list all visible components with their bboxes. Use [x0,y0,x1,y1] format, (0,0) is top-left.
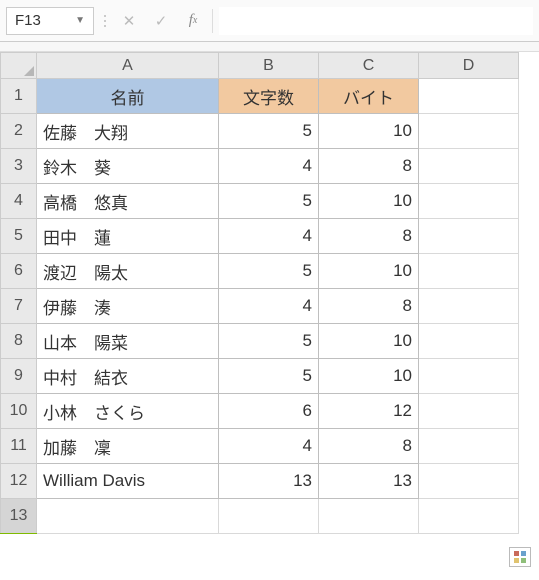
cell-B10[interactable]: 6 [219,394,319,429]
cell-D6[interactable] [419,254,519,289]
cell-C7[interactable]: 8 [319,289,419,324]
sheet-top-edge [0,42,539,52]
cell-C10[interactable]: 12 [319,394,419,429]
formula-input[interactable] [219,7,533,35]
row-head-6[interactable]: 6 [1,254,37,289]
grid-row: 4高橋 悠真510 [1,184,519,219]
row-head-3[interactable]: 3 [1,149,37,184]
insert-function-button[interactable]: fx [180,8,206,34]
cell-C2[interactable]: 10 [319,114,419,149]
cell-D1[interactable] [419,79,519,114]
row-head-1[interactable]: 1 [1,79,37,114]
cell-B3[interactable]: 4 [219,149,319,184]
cell-A9[interactable]: 中村 結衣 [37,359,219,394]
grid-row: 3鈴木 葵48 [1,149,519,184]
cell-D8[interactable] [419,324,519,359]
grid-row: 11加藤 凜48 [1,429,519,464]
cell-D13[interactable] [419,499,519,534]
cell-A8[interactable]: 山本 陽菜 [37,324,219,359]
cell-B2[interactable]: 5 [219,114,319,149]
cell-D2[interactable] [419,114,519,149]
cell-C12[interactable]: 13 [319,464,419,499]
col-head-c[interactable]: C [319,53,419,79]
cell-D12[interactable] [419,464,519,499]
row-head-2[interactable]: 2 [1,114,37,149]
divider [212,9,213,33]
grid-row: 1名前文字数バイト [1,79,519,114]
cell-B8[interactable]: 5 [219,324,319,359]
cell-B6[interactable]: 5 [219,254,319,289]
cell-B9[interactable]: 5 [219,359,319,394]
cell-D5[interactable] [419,219,519,254]
cell-A12[interactable]: William Davis [37,464,219,499]
cell-C4[interactable]: 10 [319,184,419,219]
col-head-b[interactable]: B [219,53,319,79]
col-head-d[interactable]: D [419,53,519,79]
cell-B11[interactable]: 4 [219,429,319,464]
grid-row: 9中村 結衣510 [1,359,519,394]
grid-row: 12William Davis1313 [1,464,519,499]
cell-B5[interactable]: 4 [219,219,319,254]
cell-A7[interactable]: 伊藤 湊 [37,289,219,324]
grid-row: 7伊藤 湊48 [1,289,519,324]
grid-row: 13 [1,499,519,534]
row-head-11[interactable]: 11 [1,429,37,464]
row-head-13[interactable]: 13 [1,499,37,534]
cell-D4[interactable] [419,184,519,219]
cell-C1[interactable]: バイト [319,79,419,114]
cell-C5[interactable]: 8 [319,219,419,254]
cancel-formula-button[interactable]: ✕ [116,8,142,34]
grid-row: 5田中 蓮48 [1,219,519,254]
row-head-12[interactable]: 12 [1,464,37,499]
cell-B4[interactable]: 5 [219,184,319,219]
cell-A2[interactable]: 佐藤 大翔 [37,114,219,149]
name-box[interactable]: F13 ▼ [6,7,94,35]
cell-A3[interactable]: 鈴木 葵 [37,149,219,184]
row-head-7[interactable]: 7 [1,289,37,324]
cell-D10[interactable] [419,394,519,429]
cell-C11[interactable]: 8 [319,429,419,464]
spreadsheet-grid[interactable]: A B C D 1名前文字数バイト2佐藤 大翔5103鈴木 葵484高橋 悠真5… [0,52,519,534]
chevron-down-icon: ▼ [75,10,85,32]
cell-B12[interactable]: 13 [219,464,319,499]
cell-A4[interactable]: 高橋 悠真 [37,184,219,219]
cell-A5[interactable]: 田中 蓮 [37,219,219,254]
select-all-corner[interactable] [1,53,37,79]
row-head-10[interactable]: 10 [1,394,37,429]
grid-row: 10小林 さくら612 [1,394,519,429]
row-head-5[interactable]: 5 [1,219,37,254]
cell-C9[interactable]: 10 [319,359,419,394]
cell-C6[interactable]: 10 [319,254,419,289]
row-head-8[interactable]: 8 [1,324,37,359]
formula-bar: F13 ▼ ✕ ✓ fx [0,0,539,42]
cell-C3[interactable]: 8 [319,149,419,184]
cell-A13[interactable] [37,499,219,534]
col-head-a[interactable]: A [37,53,219,79]
cell-D3[interactable] [419,149,519,184]
row-head-9[interactable]: 9 [1,359,37,394]
row-head-4[interactable]: 4 [1,184,37,219]
worksheet-area[interactable]: A B C D 1名前文字数バイト2佐藤 大翔5103鈴木 葵484高橋 悠真5… [0,42,539,580]
cell-B13[interactable] [219,499,319,534]
cell-A1[interactable]: 名前 [37,79,219,114]
quick-analysis-button[interactable] [509,547,531,567]
cell-D7[interactable] [419,289,519,324]
cell-D9[interactable] [419,359,519,394]
cell-A6[interactable]: 渡辺 陽太 [37,254,219,289]
cell-C13[interactable] [319,499,419,534]
cell-B1[interactable]: 文字数 [219,79,319,114]
grid-row: 6渡辺 陽太510 [1,254,519,289]
cell-C8[interactable]: 10 [319,324,419,359]
name-box-value: F13 [15,10,41,32]
cell-A10[interactable]: 小林 さくら [37,394,219,429]
grid-row: 2佐藤 大翔510 [1,114,519,149]
cell-D11[interactable] [419,429,519,464]
cell-A11[interactable]: 加藤 凜 [37,429,219,464]
enter-formula-button[interactable]: ✓ [148,8,174,34]
grid-row: 8山本 陽菜510 [1,324,519,359]
cell-B7[interactable]: 4 [219,289,319,324]
fb-separator-icon [100,15,110,27]
